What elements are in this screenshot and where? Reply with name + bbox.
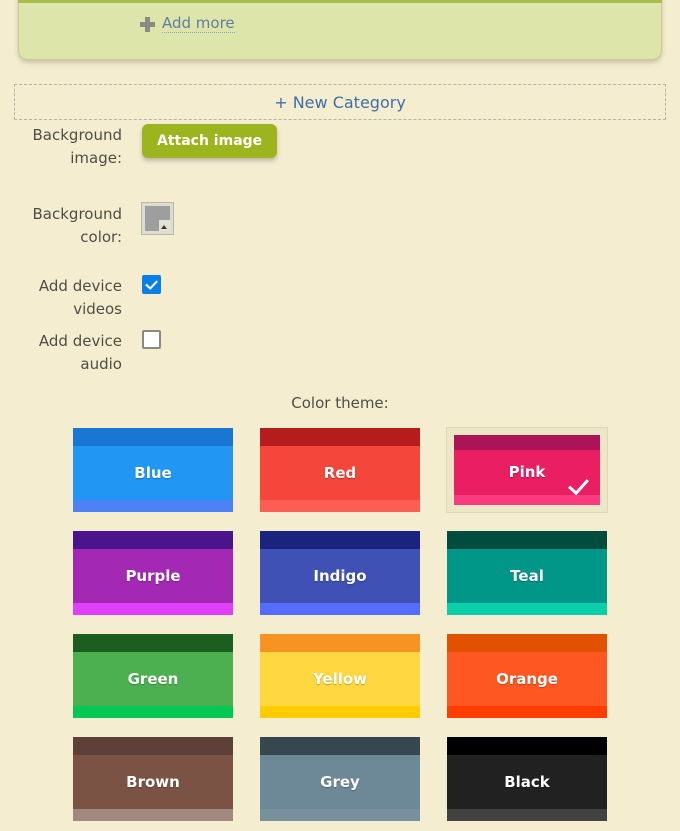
theme-option-label: Black	[504, 772, 550, 791]
background-image-row: Background image: Attach image	[0, 124, 278, 170]
theme-band-light	[260, 500, 420, 512]
background-color-swatch[interactable]	[142, 203, 173, 234]
add-device-videos-label: Add device videos	[38, 277, 122, 318]
theme-band-dark	[260, 531, 420, 549]
theme-swatch: Orange	[447, 634, 607, 718]
background-image-control: Attach image	[142, 124, 278, 158]
background-color-control	[142, 203, 173, 234]
theme-band-main: Red	[260, 445, 420, 501]
theme-band-main: Purple	[73, 548, 233, 604]
theme-band-main: Teal	[447, 548, 607, 604]
add-device-audio-control	[142, 330, 161, 349]
check-icon	[567, 474, 591, 498]
theme-band-dark	[73, 634, 233, 652]
theme-option-brown[interactable]: Brown	[73, 737, 233, 821]
theme-option-label: Green	[127, 669, 179, 688]
new-category-label: + New Category	[274, 92, 406, 112]
theme-option-red[interactable]: Red	[260, 428, 420, 512]
background-color-row: Background color:	[0, 203, 173, 249]
background-color-label: Background color:	[32, 205, 123, 246]
theme-option-purple[interactable]: Purple	[73, 531, 233, 615]
add-more-link[interactable]: Add more	[162, 15, 235, 33]
theme-band-main: Pink	[454, 449, 600, 498]
color-theme-grid: Blue Red Pink Purple Indigo Teal Green Yellow Or…	[73, 428, 607, 821]
theme-band-main: Grey	[260, 754, 420, 810]
theme-option-indigo[interactable]: Indigo	[260, 531, 420, 615]
theme-band-main: Orange	[447, 651, 607, 707]
theme-option-label: Pink	[508, 463, 546, 482]
theme-band-main: Brown	[73, 754, 233, 810]
add-device-videos-row: Add device videos	[0, 275, 161, 321]
theme-band-dark	[447, 737, 607, 755]
theme-option-label: Yellow	[312, 669, 368, 688]
theme-band-main: Yellow	[260, 651, 420, 707]
theme-band-dark	[73, 428, 233, 446]
theme-band-dark	[260, 737, 420, 755]
theme-band-dark	[447, 531, 607, 549]
theme-option-blue[interactable]: Blue	[73, 428, 233, 512]
theme-band-main: Blue	[73, 445, 233, 501]
theme-band-dark	[260, 428, 420, 446]
theme-option-black[interactable]: Black	[447, 737, 607, 821]
plus-icon	[140, 16, 155, 32]
theme-swatch: Grey	[260, 737, 420, 821]
theme-swatch: Teal	[447, 531, 607, 615]
theme-band-dark	[73, 737, 233, 755]
theme-option-yellow[interactable]: Yellow	[260, 634, 420, 718]
theme-swatch: Brown	[73, 737, 233, 821]
add-device-audio-checkbox[interactable]	[142, 330, 161, 349]
theme-band-light	[447, 706, 607, 718]
add-device-audio-row: Add device audio	[0, 330, 161, 376]
add-device-videos-control	[142, 275, 161, 294]
theme-option-label: Brown	[126, 772, 180, 791]
theme-swatch: Red	[260, 428, 420, 512]
theme-band-light	[260, 809, 420, 821]
theme-option-label: Indigo	[313, 566, 367, 585]
category-panel	[18, 0, 662, 60]
theme-band-dark	[454, 435, 600, 450]
theme-option-teal[interactable]: Teal	[447, 531, 607, 615]
theme-band-light	[447, 809, 607, 821]
attach-image-button[interactable]: Attach image	[142, 124, 278, 158]
theme-option-label: Blue	[134, 463, 172, 482]
theme-option-label: Orange	[496, 669, 558, 688]
theme-swatch: Yellow	[260, 634, 420, 718]
theme-option-label: Teal	[510, 566, 544, 585]
theme-band-light	[73, 809, 233, 821]
theme-band-main: Black	[447, 754, 607, 810]
theme-swatch: Blue	[73, 428, 233, 512]
theme-option-label: Purple	[125, 566, 181, 585]
dropdown-triangle-icon	[159, 220, 170, 231]
theme-option-grey[interactable]: Grey	[260, 737, 420, 821]
theme-band-light	[73, 603, 233, 615]
background-image-label: Background image:	[32, 126, 123, 167]
theme-swatch: Black	[447, 737, 607, 821]
add-device-audio-label: Add device audio	[38, 332, 122, 373]
theme-option-pink[interactable]: Pink	[447, 428, 607, 512]
theme-swatch: Indigo	[260, 531, 420, 615]
theme-swatch: Purple	[73, 531, 233, 615]
theme-option-label: Red	[323, 463, 357, 482]
theme-band-main: Indigo	[260, 548, 420, 604]
theme-swatch: Green	[73, 634, 233, 718]
theme-band-light	[260, 706, 420, 718]
add-more-row[interactable]: Add more	[140, 15, 235, 33]
theme-option-green[interactable]: Green	[73, 634, 233, 718]
theme-band-light	[447, 603, 607, 615]
category-panel-top-rule	[18, 0, 662, 3]
theme-band-light	[260, 603, 420, 615]
add-device-videos-checkbox[interactable]	[142, 275, 161, 294]
theme-swatch: Pink	[454, 435, 600, 505]
color-theme-title: Color theme:	[291, 394, 389, 412]
new-category-button[interactable]: + New Category	[14, 84, 666, 120]
theme-option-label: Grey	[320, 772, 360, 791]
theme-band-dark	[447, 634, 607, 652]
theme-band-dark	[73, 531, 233, 549]
theme-band-light	[73, 706, 233, 718]
theme-band-light	[73, 500, 233, 512]
theme-band-main: Green	[73, 651, 233, 707]
theme-band-dark	[260, 634, 420, 652]
theme-option-orange[interactable]: Orange	[447, 634, 607, 718]
